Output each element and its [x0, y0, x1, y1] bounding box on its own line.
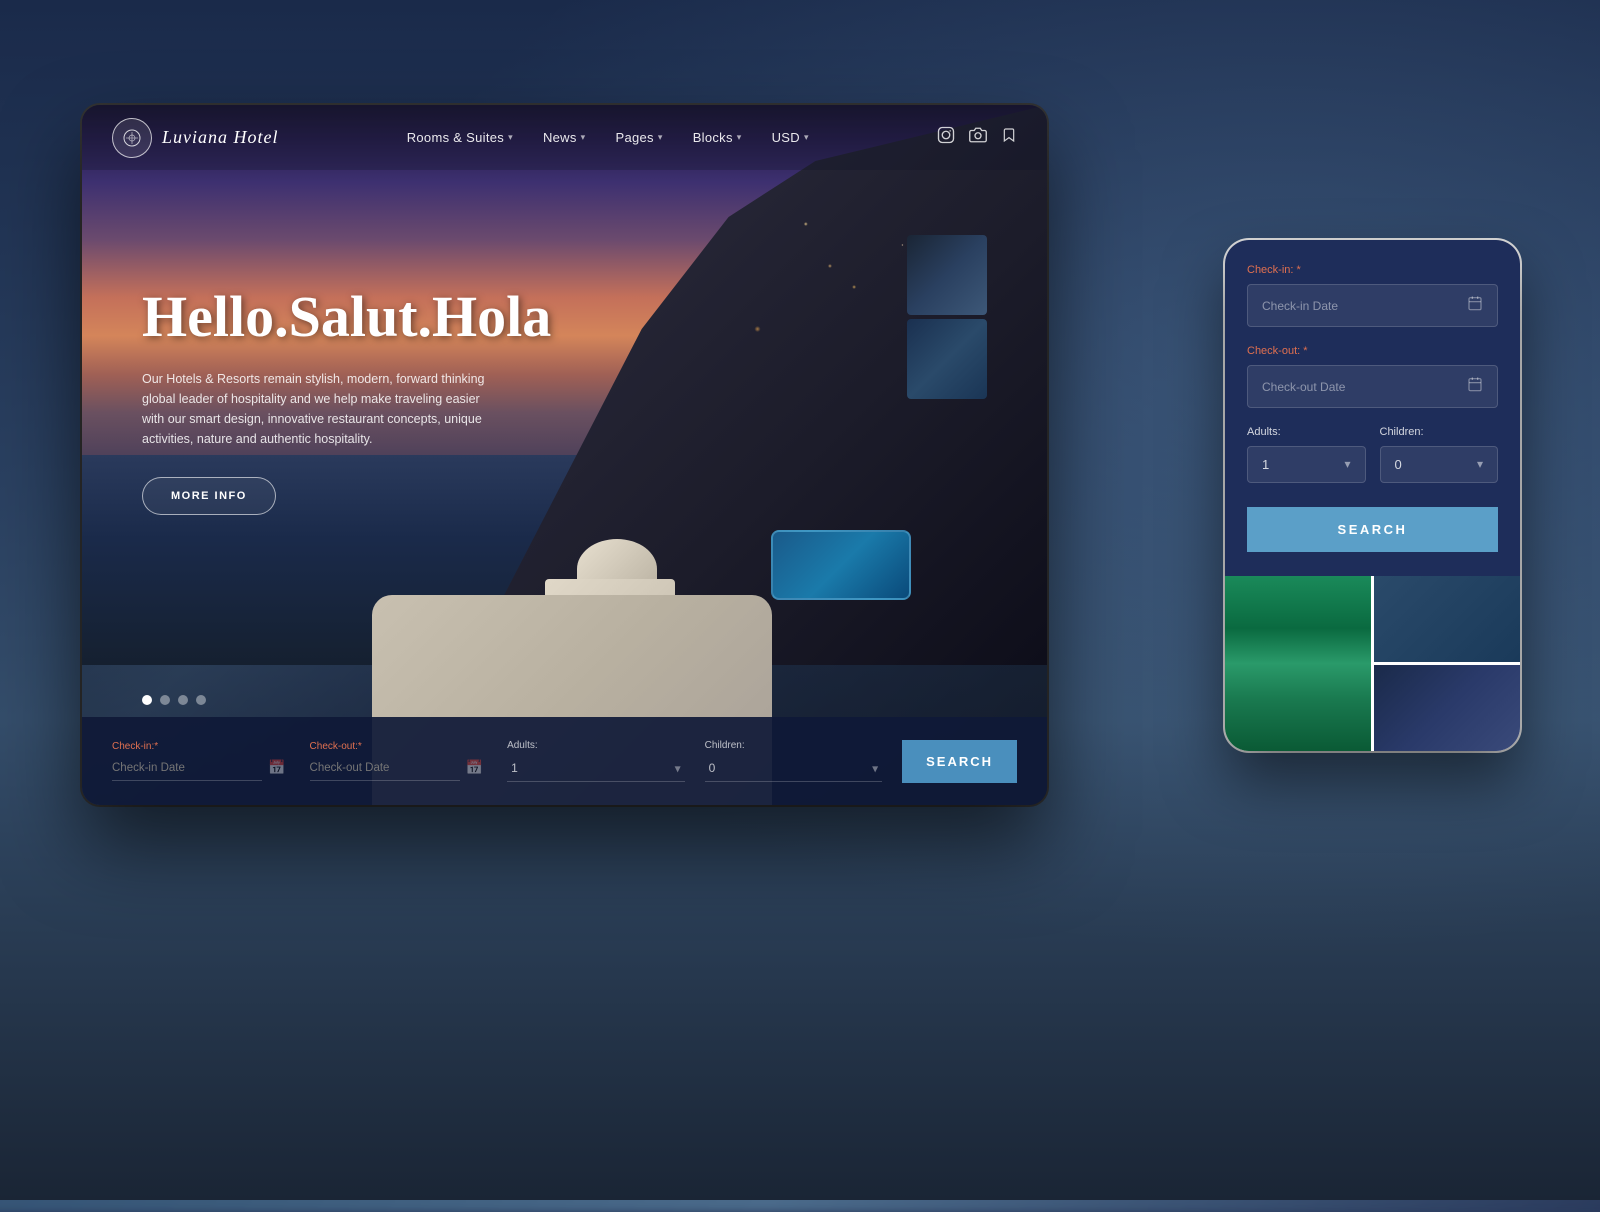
mobile-booking-card: Check-in: * Check-in Date Check-out: * C… — [1225, 240, 1520, 576]
mobile-children-chevron: ▾ — [1477, 457, 1483, 472]
mobile-guests-row: Adults: 1 ▾ Children: 0 ▾ — [1247, 426, 1498, 483]
hero-title: Hello.Salut.Hola — [142, 285, 551, 349]
nav-news-arrow: ▾ — [581, 132, 586, 143]
nav-usd-arrow: ▾ — [804, 132, 809, 143]
mobile-photo-top — [1374, 576, 1520, 662]
checkout-label: Check-out:* — [310, 741, 488, 752]
mobile-search-button[interactable]: SEARCH — [1247, 507, 1498, 552]
checkin-required: * — [154, 741, 158, 752]
nav-pages-label: Pages — [615, 130, 653, 145]
nav-news-label: News — [543, 130, 577, 145]
mobile-adults-chevron: ▾ — [1344, 457, 1350, 472]
thumbnail-strip — [907, 235, 987, 399]
dot-4[interactable] — [196, 695, 206, 705]
checkin-label: Check-in:* — [112, 741, 290, 752]
thumbnail-1[interactable] — [907, 235, 987, 315]
mobile-checkin-calendar-icon — [1467, 295, 1483, 316]
nav-item-usd[interactable]: USD ▾ — [772, 130, 809, 145]
mobile-photo-bottom — [1374, 665, 1520, 751]
nav-item-blocks[interactable]: Blocks ▾ — [693, 130, 742, 145]
children-field: Children: 0 1 2 3 — [705, 740, 883, 782]
bookmark-icon[interactable] — [1001, 126, 1017, 149]
mobile-checkin-label: Check-in: * — [1247, 264, 1498, 276]
thumbnail-2[interactable] — [907, 319, 987, 399]
nav-social-icons — [937, 126, 1017, 149]
booking-bar: Check-in:* 📅 Check-out:* 📅 Adults: — [82, 717, 1047, 805]
pool-area — [771, 530, 951, 630]
more-info-button[interactable]: MORE INFO — [142, 477, 276, 515]
adults-select-wrap[interactable]: 1 2 3 4 — [507, 755, 685, 782]
nav-item-news[interactable]: News ▾ — [543, 130, 586, 145]
nav-usd-label: USD — [772, 130, 800, 145]
mobile-checkin-required: * — [1297, 264, 1301, 276]
mobile-photo-pool — [1225, 576, 1371, 751]
logo-area[interactable]: Luviana Hotel — [112, 118, 279, 158]
mobile-checkout-placeholder: Check-out Date — [1262, 380, 1345, 394]
hero-content: Hello.Salut.Hola Our Hotels & Resorts re… — [142, 285, 551, 515]
nav-blocks-arrow: ▾ — [737, 132, 742, 143]
checkin-field: Check-in:* 📅 — [112, 741, 290, 781]
checkout-input[interactable] — [310, 756, 460, 781]
children-label: Children: — [705, 740, 883, 751]
nav-rooms-arrow: ▾ — [508, 132, 513, 143]
laptop-mockup: Luviana Hotel Rooms & Suites ▾ News ▾ Pa… — [82, 105, 1047, 805]
checkin-input-wrap[interactable]: 📅 — [112, 756, 290, 781]
mobile-adults-value: 1 — [1262, 457, 1269, 472]
checkin-label-text: Check-in: — [112, 741, 154, 752]
nav-rooms-label: Rooms & Suites — [407, 130, 504, 145]
checkout-label-text: Check-out: — [310, 741, 358, 752]
children-select[interactable]: 0 1 2 3 — [705, 755, 883, 782]
checkin-calendar-icon: 📅 — [268, 760, 285, 777]
nav-menu: Rooms & Suites ▾ News ▾ Pages ▾ Blocks ▾… — [279, 130, 938, 145]
mobile-mockup: Check-in: * Check-in Date Check-out: * C… — [1225, 240, 1520, 751]
mobile-photo-grid — [1225, 576, 1520, 751]
mobile-children-field: Children: 0 ▾ — [1380, 426, 1499, 483]
mobile-adults-field: Adults: 1 ▾ — [1247, 426, 1366, 483]
nav-blocks-label: Blocks — [693, 130, 733, 145]
hero-description: Our Hotels & Resorts remain stylish, mod… — [142, 369, 502, 449]
checkin-input[interactable] — [112, 756, 262, 781]
adults-field: Adults: 1 2 3 4 — [507, 740, 685, 782]
logo-text: Luviana Hotel — [162, 127, 279, 148]
dot-3[interactable] — [178, 695, 188, 705]
mobile-checkout-required: * — [1303, 345, 1307, 357]
pool — [771, 530, 911, 600]
instagram-icon[interactable] — [937, 126, 955, 149]
dot-2[interactable] — [160, 695, 170, 705]
logo-icon — [112, 118, 152, 158]
hero-section: Luviana Hotel Rooms & Suites ▾ News ▾ Pa… — [82, 105, 1047, 805]
checkout-field: Check-out:* 📅 — [310, 741, 488, 781]
children-select-wrap[interactable]: 0 1 2 3 — [705, 755, 883, 782]
mobile-checkout-label-text: Check-out: — [1247, 345, 1300, 357]
adults-select[interactable]: 1 2 3 4 — [507, 755, 685, 782]
camera-icon[interactable] — [969, 126, 987, 149]
mobile-checkout-input[interactable]: Check-out Date — [1247, 365, 1498, 408]
search-button[interactable]: SEARCH — [902, 740, 1017, 783]
mobile-children-select[interactable]: 0 ▾ — [1380, 446, 1499, 483]
mobile-checkout-calendar-icon — [1467, 376, 1483, 397]
mobile-checkin-input[interactable]: Check-in Date — [1247, 284, 1498, 327]
navbar: Luviana Hotel Rooms & Suites ▾ News ▾ Pa… — [82, 105, 1047, 170]
checkout-calendar-icon: 📅 — [466, 760, 483, 777]
mobile-checkout-label: Check-out: * — [1247, 345, 1498, 357]
mobile-checkin-label-text: Check-in: — [1247, 264, 1293, 276]
mobile-children-value: 0 — [1395, 457, 1402, 472]
mobile-checkin-placeholder: Check-in Date — [1262, 299, 1338, 313]
adults-label: Adults: — [507, 740, 685, 751]
mobile-adults-select[interactable]: 1 ▾ — [1247, 446, 1366, 483]
mobile-children-label: Children: — [1380, 426, 1499, 438]
checkout-input-wrap[interactable]: 📅 — [310, 756, 488, 781]
nav-item-rooms[interactable]: Rooms & Suites ▾ — [407, 130, 513, 145]
mobile-adults-label: Adults: — [1247, 426, 1366, 438]
nav-item-pages[interactable]: Pages ▾ — [615, 130, 662, 145]
carousel-dots — [142, 695, 206, 705]
nav-pages-arrow: ▾ — [658, 132, 663, 143]
checkout-required: * — [358, 741, 362, 752]
dot-1[interactable] — [142, 695, 152, 705]
